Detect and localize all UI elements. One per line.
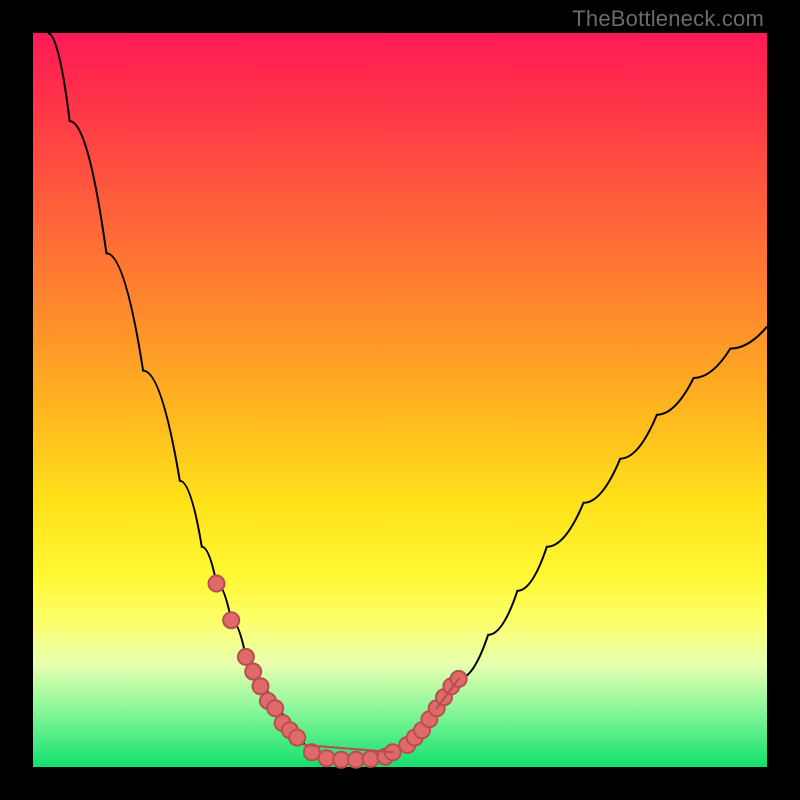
data-point	[333, 752, 349, 768]
data-point	[319, 750, 335, 766]
data-markers	[209, 576, 467, 768]
data-point	[209, 576, 225, 592]
bottleneck-curve	[48, 33, 767, 760]
data-point	[267, 700, 283, 716]
data-point	[348, 752, 364, 768]
data-point	[253, 678, 269, 694]
data-point	[363, 751, 379, 767]
chart-frame: TheBottleneck.com	[0, 0, 800, 800]
data-point	[245, 664, 261, 680]
data-point	[289, 730, 305, 746]
attribution-label: TheBottleneck.com	[572, 6, 764, 32]
chart-overlay	[33, 33, 767, 767]
data-point	[223, 612, 239, 628]
data-point	[238, 649, 254, 665]
